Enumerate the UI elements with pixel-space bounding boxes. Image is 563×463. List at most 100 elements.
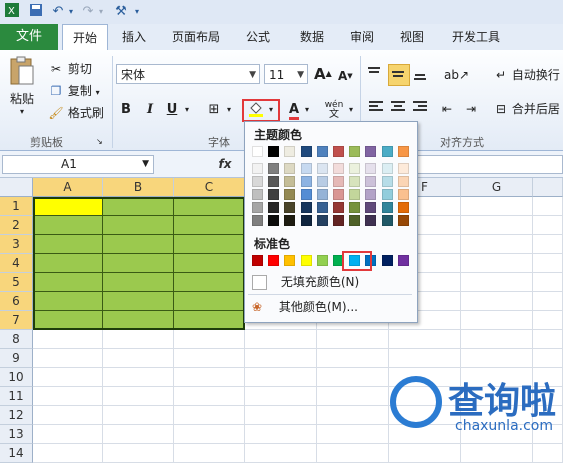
- theme-shade-swatch[interactable]: [316, 163, 328, 174]
- cell[interactable]: [103, 349, 174, 368]
- theme-shade-swatch[interactable]: [397, 176, 409, 187]
- cell[interactable]: [103, 368, 174, 387]
- insert-function-button[interactable]: fx: [210, 155, 240, 174]
- phonetic-dropdown-icon[interactable]: ▾: [346, 100, 356, 120]
- cell[interactable]: [461, 311, 533, 330]
- orientation-button[interactable]: ab↗: [444, 66, 469, 84]
- underline-button[interactable]: U: [164, 100, 180, 120]
- decrease-indent-button[interactable]: ⇤: [442, 100, 462, 118]
- theme-shade-swatch[interactable]: [284, 215, 296, 226]
- cell[interactable]: [33, 406, 103, 425]
- cell[interactable]: [461, 235, 533, 254]
- theme-color-swatch[interactable]: [381, 146, 393, 157]
- row-header-14[interactable]: 14: [0, 444, 33, 463]
- italic-button[interactable]: I: [142, 100, 158, 120]
- theme-color-swatch[interactable]: [268, 146, 280, 157]
- undo-icon[interactable]: ↶: [50, 3, 66, 20]
- row-header-1[interactable]: 1: [0, 197, 33, 216]
- cell[interactable]: [33, 425, 103, 444]
- row-header-5[interactable]: 5: [0, 273, 33, 292]
- align-right-button[interactable]: [412, 100, 430, 118]
- cell[interactable]: [317, 349, 389, 368]
- tab-insert[interactable]: 插入: [112, 24, 156, 50]
- row-header-3[interactable]: 3: [0, 235, 33, 254]
- row-header-6[interactable]: 6: [0, 292, 33, 311]
- cell[interactable]: [461, 254, 533, 273]
- cell[interactable]: [533, 311, 563, 330]
- tab-developer[interactable]: 开发工具: [444, 24, 508, 50]
- cell[interactable]: [174, 425, 245, 444]
- row-header-9[interactable]: 9: [0, 349, 33, 368]
- redo-dropdown-icon[interactable]: ▾: [96, 3, 106, 20]
- underline-dropdown-icon[interactable]: ▾: [182, 100, 192, 120]
- phonetic-button[interactable]: wén 文: [322, 100, 346, 120]
- standard-color-swatch[interactable]: [300, 255, 312, 266]
- cell[interactable]: [245, 425, 317, 444]
- paste-button[interactable]: 粘贴 ▾: [6, 56, 38, 120]
- cell[interactable]: [461, 349, 533, 368]
- cell[interactable]: [103, 444, 174, 463]
- theme-shade-swatch[interactable]: [349, 189, 361, 200]
- clipboard-launcher-icon[interactable]: ↘: [96, 133, 108, 151]
- column-header-a[interactable]: A: [33, 178, 103, 197]
- cell[interactable]: [174, 387, 245, 406]
- cell[interactable]: [533, 254, 563, 273]
- name-box[interactable]: A1 ▼: [2, 155, 154, 174]
- font-name-select[interactable]: 宋体 ▼: [116, 64, 260, 84]
- cell[interactable]: [103, 330, 174, 349]
- row-header-12[interactable]: 12: [0, 406, 33, 425]
- font-color-button[interactable]: A: [286, 100, 302, 120]
- theme-shade-swatch[interactable]: [397, 163, 409, 174]
- theme-shade-swatch[interactable]: [316, 215, 328, 226]
- save-icon[interactable]: [28, 3, 44, 20]
- copy-button[interactable]: ❐ 复制 ▾: [48, 82, 108, 100]
- cell[interactable]: [245, 330, 317, 349]
- cell[interactable]: [174, 444, 245, 463]
- undo-dropdown-icon[interactable]: ▾: [66, 3, 76, 20]
- theme-shade-swatch[interactable]: [365, 189, 377, 200]
- row-header-4[interactable]: 4: [0, 254, 33, 273]
- theme-color-swatch[interactable]: [333, 146, 344, 157]
- cell[interactable]: [174, 330, 245, 349]
- theme-shade-swatch[interactable]: [397, 202, 409, 213]
- theme-color-swatch[interactable]: [349, 146, 361, 157]
- cell[interactable]: [245, 444, 317, 463]
- cell[interactable]: [317, 330, 389, 349]
- no-fill-option[interactable]: 无填充颜色(N): [252, 272, 412, 292]
- cut-button[interactable]: ✂ 剪切: [48, 60, 108, 78]
- cell[interactable]: [174, 406, 245, 425]
- cell[interactable]: [533, 292, 563, 311]
- customize-toolbar-icon[interactable]: ▾: [132, 3, 142, 20]
- theme-shade-swatch[interactable]: [252, 202, 263, 213]
- more-colors-option[interactable]: ❀ 其他颜色(M)...: [252, 297, 412, 317]
- cell[interactable]: [533, 330, 563, 349]
- cell[interactable]: [461, 216, 533, 235]
- cell[interactable]: [174, 368, 245, 387]
- cell[interactable]: [33, 349, 103, 368]
- font-size-select[interactable]: 11 ▼: [264, 64, 308, 84]
- cell[interactable]: [33, 387, 103, 406]
- theme-shade-swatch[interactable]: [333, 189, 344, 200]
- theme-shade-swatch[interactable]: [381, 202, 393, 213]
- cell[interactable]: [533, 349, 563, 368]
- cell[interactable]: [245, 387, 317, 406]
- cell[interactable]: [317, 425, 389, 444]
- theme-shade-swatch[interactable]: [252, 189, 263, 200]
- theme-shade-swatch[interactable]: [268, 176, 280, 187]
- tools-icon[interactable]: ⚒: [112, 3, 130, 20]
- theme-shade-swatch[interactable]: [268, 189, 280, 200]
- column-header-b[interactable]: B: [103, 178, 174, 197]
- cell[interactable]: [461, 444, 533, 463]
- cell[interactable]: [245, 349, 317, 368]
- select-all-corner[interactable]: [0, 178, 33, 197]
- theme-shade-swatch[interactable]: [381, 163, 393, 174]
- merge-center-button[interactable]: ⊟ 合并后居: [494, 100, 563, 118]
- theme-color-swatch[interactable]: [316, 146, 328, 157]
- theme-color-swatch[interactable]: [397, 146, 409, 157]
- cell[interactable]: [461, 197, 533, 216]
- tab-page-layout[interactable]: 页面布局: [166, 24, 226, 50]
- align-bottom-button[interactable]: [412, 66, 432, 84]
- standard-color-swatch[interactable]: [284, 255, 296, 266]
- cell[interactable]: [103, 387, 174, 406]
- cell[interactable]: [461, 292, 533, 311]
